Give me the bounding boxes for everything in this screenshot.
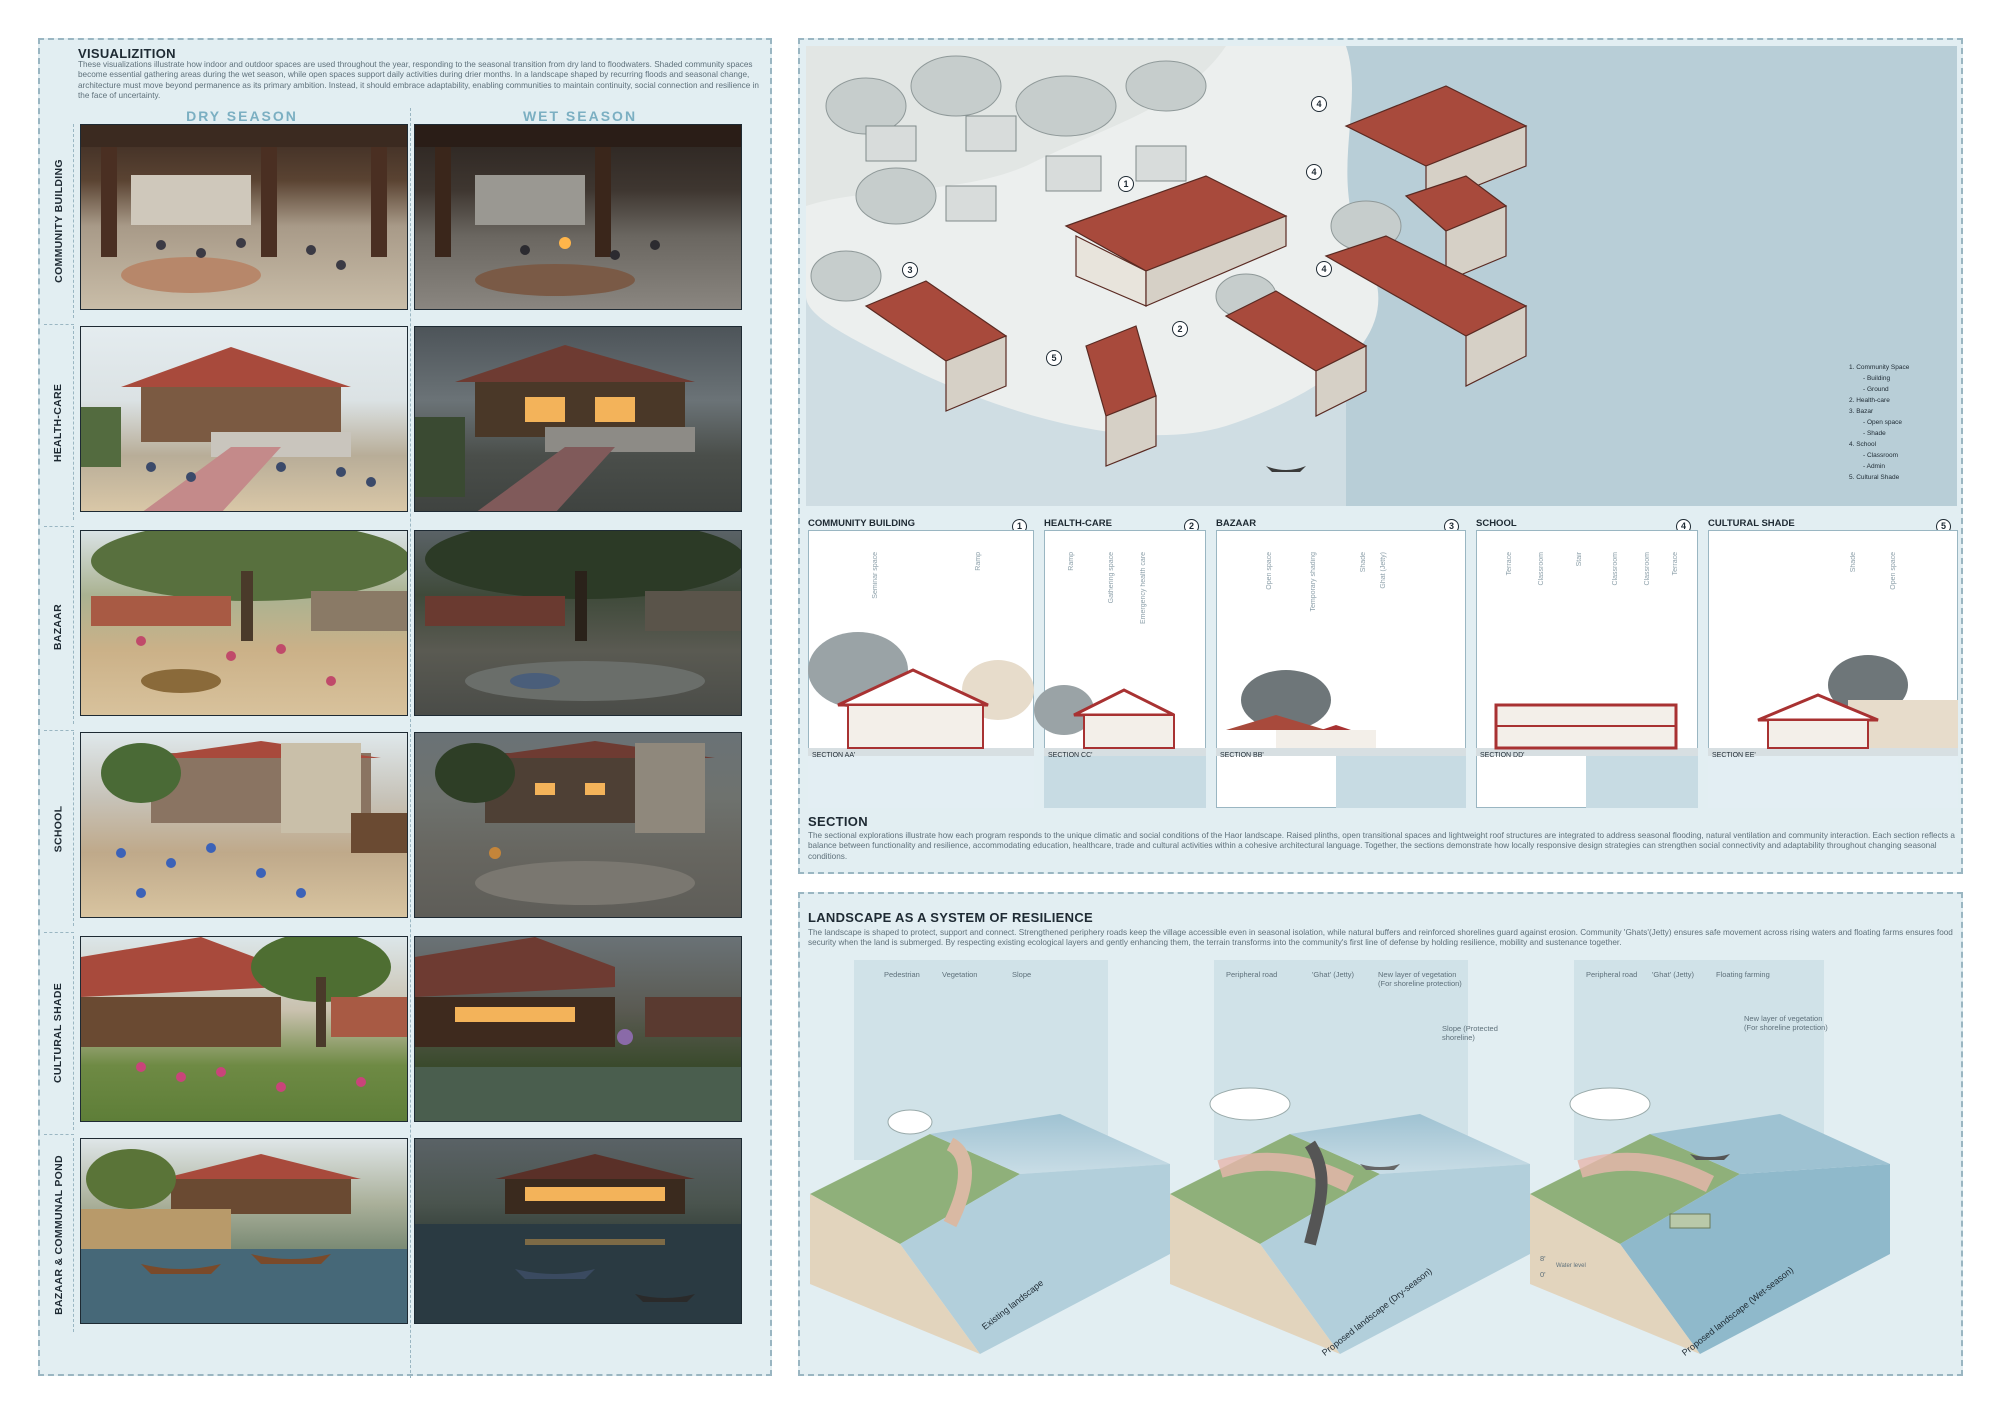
label-slope-protected: Slope (Protected shoreline) xyxy=(1442,1024,1498,1042)
landscape-panel: LANDSCAPE AS A SYSTEM OF RESILIENCE The … xyxy=(798,892,1963,1376)
cultural-shade-dry-render xyxy=(80,936,408,1122)
row-label-text: COMMUNITY BUILDING xyxy=(52,159,65,283)
bazaar-wet-render xyxy=(414,530,742,716)
section-title-bazaar: BAZAAR xyxy=(1216,518,1257,529)
visualization-panel: VISUALIZITION These visualizations illus… xyxy=(38,38,772,1378)
bazaar-pond-dry-render xyxy=(80,1138,408,1324)
label-classroom: Classroom xyxy=(1538,552,1545,586)
section-title-cultural: CULTURAL SHADE xyxy=(1708,518,1795,529)
label-classroom: Classroom xyxy=(1612,552,1619,586)
site-marker-4: 4 xyxy=(1311,96,1327,112)
site-marker-1: 1 xyxy=(1118,176,1134,192)
label-pedestrian: Pedestrian xyxy=(884,970,920,979)
site-marker-5: 5 xyxy=(1046,350,1062,366)
site-and-section-panel: 1 2 3 4 4 4 5 1. Community Space - Building - … xyxy=(798,38,1963,874)
visualization-description: These visualizations illustrate how indo… xyxy=(78,60,759,100)
site-axonometric xyxy=(806,46,1957,506)
section-title-health: HEALTH-CARE xyxy=(1044,518,1112,529)
water-level-0ft: 0' xyxy=(1540,1270,1546,1279)
legend-item: 5. Cultural Shade xyxy=(1849,474,1900,481)
water-level-8ft: 8' xyxy=(1540,1254,1546,1263)
site-marker-3: 3 xyxy=(902,262,918,278)
bazaar-dry-render xyxy=(80,530,408,716)
section-dd-label: SECTION DD' xyxy=(1480,752,1525,759)
label-shade: Shade xyxy=(1360,552,1367,573)
label-vegetation: Vegetation xyxy=(942,970,978,979)
row-label-text: SCHOOL xyxy=(52,805,65,853)
health-care-wet-render xyxy=(414,326,742,512)
section-description: The sectional explorations illustrate ho… xyxy=(808,831,1955,861)
legend-subitem: - Ground xyxy=(1863,386,1889,393)
landscape-description: The landscape is shaped to protect, supp… xyxy=(808,928,1953,948)
section-cc-label: SECTION CC' xyxy=(1048,752,1093,759)
dry-season-heading: DRY SEASON xyxy=(186,108,298,124)
label-terrace: Terrace xyxy=(1506,552,1513,576)
visualization-title: VISUALIZITION xyxy=(78,46,176,61)
water-level-label: Water level xyxy=(1556,1263,1586,1269)
label-peripheral-road: Peripheral road xyxy=(1586,970,1638,979)
label-slope: Slope xyxy=(1012,970,1032,979)
row-label-school: SCHOOL xyxy=(44,732,74,926)
site-legend: 1. Community Space - Building - Ground 2… xyxy=(1849,362,1909,483)
label-ghat-jetty: 'Ghat' (Jetty) xyxy=(1312,970,1355,979)
label-ramp: Ramp xyxy=(1068,552,1075,571)
landscape-title: LANDSCAPE AS A SYSTEM OF RESILIENCE xyxy=(808,910,1093,925)
legend-item: 4. School xyxy=(1849,441,1877,448)
label-gathering-space: Gathering space xyxy=(1108,552,1115,604)
community-building-wet-render xyxy=(414,124,742,310)
legend-item: 1. Community Space xyxy=(1849,364,1910,371)
school-wet-render xyxy=(414,732,742,918)
label-shade: Shade xyxy=(1850,552,1857,573)
label-seminar-space: Seminar space xyxy=(872,552,879,599)
label-floating-farming: Floating farming xyxy=(1716,970,1770,979)
section-aa-label: SECTION AA' xyxy=(812,752,856,759)
row-label-text: BAZAAR xyxy=(52,603,65,651)
legend-subitem: - Shade xyxy=(1863,430,1886,437)
row-label-text: CULTURAL SHADE xyxy=(52,982,65,1084)
wet-season-heading: WET SEASON xyxy=(522,108,638,124)
label-open-space: Open space xyxy=(1266,552,1273,590)
label-open-space: Open space xyxy=(1890,552,1897,590)
label-new-vegetation: New layer of vegetation (For shoreline p… xyxy=(1378,970,1462,988)
section-bb-label: SECTION BB' xyxy=(1220,752,1264,759)
section-heading: SECTION xyxy=(808,814,868,829)
legend-subitem: - Building xyxy=(1863,375,1891,382)
row-label-text: BAZAAR & COMMUNAL POND xyxy=(52,1155,65,1315)
label-terrace: Terrace xyxy=(1672,552,1679,576)
label-ghat-jetty: Ghat (Jetty) xyxy=(1380,552,1387,589)
site-marker-2: 2 xyxy=(1172,321,1188,337)
site-marker-4: 4 xyxy=(1316,261,1332,277)
label-temporary-shading: Temporary shading xyxy=(1310,552,1317,612)
site-marker-4: 4 xyxy=(1306,164,1322,180)
section-ee-label: SECTION EE' xyxy=(1712,752,1756,759)
section-title-school: SCHOOL xyxy=(1476,518,1517,529)
community-building-dry-render xyxy=(80,124,408,310)
legend-subitem: - Admin xyxy=(1863,463,1886,470)
label-emergency-health-care: Emergency health care xyxy=(1140,552,1147,624)
row-label-bazaar: BAZAAR xyxy=(44,530,74,724)
row-label-community-building: COMMUNITY BUILDING xyxy=(44,124,74,318)
label-ghat-jetty: 'Ghat' (Jetty) xyxy=(1652,970,1695,979)
legend-subitem: - Classroom xyxy=(1863,452,1899,459)
row-label-cultural-shade: CULTURAL SHADE xyxy=(44,936,74,1130)
label-peripheral-road: Peripheral road xyxy=(1226,970,1278,979)
row-label-bazaar-communal-pond: BAZAAR & COMMUNAL POND xyxy=(44,1138,74,1332)
school-dry-render xyxy=(80,732,408,918)
cultural-shade-wet-render xyxy=(414,936,742,1122)
legend-item: 2. Health-care xyxy=(1849,397,1890,404)
label-classroom: Classroom xyxy=(1644,552,1651,586)
label-ramp: Ramp xyxy=(975,552,982,571)
health-care-dry-render xyxy=(80,326,408,512)
label-stair: Stair xyxy=(1576,552,1583,567)
row-label-text: HEALTH-CARE xyxy=(52,383,65,463)
row-label-health-care: HEALTH-CARE xyxy=(44,326,74,520)
column-divider xyxy=(410,108,411,1378)
label-new-vegetation: New layer of vegetation (For shoreline p… xyxy=(1744,1014,1828,1032)
legend-item: 3. Bazar xyxy=(1849,408,1874,415)
legend-subitem: - Open space xyxy=(1863,419,1903,426)
bazaar-pond-wet-render xyxy=(414,1138,742,1324)
section-title-community: COMMUNITY BUILDING xyxy=(808,518,915,529)
